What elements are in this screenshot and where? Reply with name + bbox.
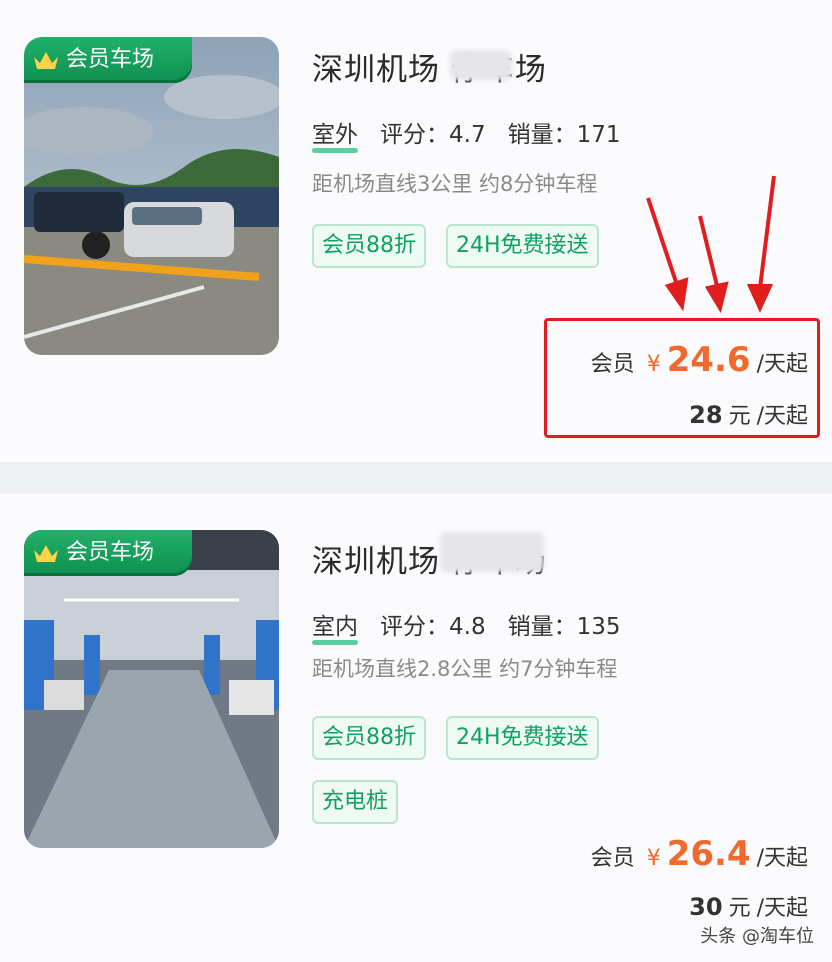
tag-charging-pile: 充电桩 xyxy=(312,780,399,824)
rating: 评分：4.7 xyxy=(380,122,486,148)
distance-info: 距机场直线2.8公里 约7分钟车程 xyxy=(312,657,618,681)
lot-kind: 室外 xyxy=(312,115,358,153)
tag-member-discount: 会员88折 xyxy=(312,224,426,268)
redacted-text xyxy=(450,50,512,80)
parking-lot-card[interactable]: 会员车场 深圳机场 停车场 室外 评分：4.7 销量：171 距机场直线3公里 … xyxy=(0,0,832,462)
rating: 评分：4.8 xyxy=(380,614,486,640)
redacted-text xyxy=(440,532,544,572)
member-lot-badge: 会员车场 xyxy=(24,37,192,83)
watermark: 头条 @淘车位 xyxy=(700,926,814,947)
lot-meta: 室外 评分：4.7 销量：171 xyxy=(312,115,621,153)
lot-kind: 室内 xyxy=(312,607,358,645)
regular-price: 28 元 /天起 xyxy=(689,401,808,429)
tag-member-discount: 会员88折 xyxy=(312,716,426,760)
lot-photo-indoor: 会员车场 xyxy=(24,530,279,848)
crown-icon xyxy=(34,52,58,69)
lot-photo-outdoor: 会员车场 xyxy=(24,37,279,355)
regular-price: 30 元 /天起 xyxy=(689,893,808,921)
member-price: 会员 ¥ 26.4 /天起 xyxy=(590,834,808,874)
crown-icon xyxy=(34,545,58,562)
distance-info: 距机场直线3公里 约8分钟车程 xyxy=(312,172,598,196)
badge-label: 会员车场 xyxy=(66,540,155,565)
tag-free-shuttle: 24H免费接送 xyxy=(446,716,599,760)
parking-lot-card[interactable]: 会员车场 深圳机场 停车场 室内 评分：4.8 销量：135 距机场直线2.8公… xyxy=(0,494,832,962)
sales: 销量：135 xyxy=(507,614,621,640)
tag-free-shuttle: 24H免费接送 xyxy=(446,224,599,268)
sales: 销量：171 xyxy=(507,122,621,148)
highlight-arrows xyxy=(646,175,776,314)
lot-meta: 室内 评分：4.8 销量：135 xyxy=(312,607,621,645)
member-price: 会员 ¥ 24.6 /天起 xyxy=(590,340,808,380)
member-lot-badge: 会员车场 xyxy=(24,530,192,576)
badge-label: 会员车场 xyxy=(66,47,155,72)
